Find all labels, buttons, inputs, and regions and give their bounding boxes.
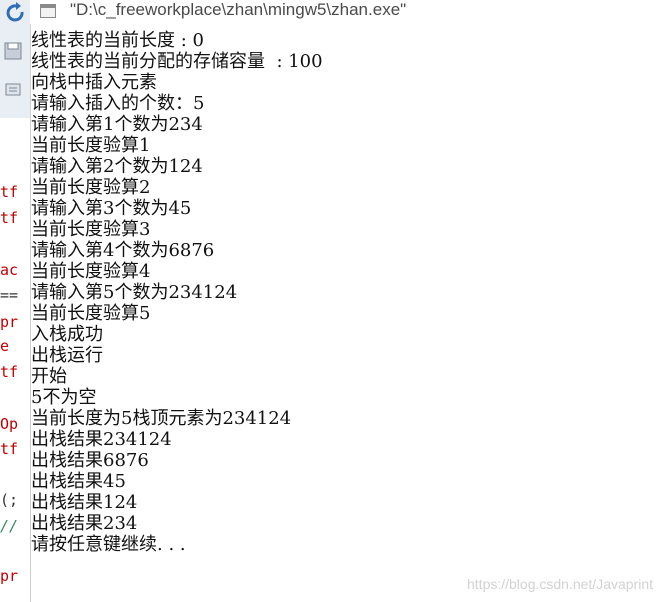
- console-line: 开始: [31, 366, 67, 387]
- code-fragment: tf: [0, 363, 19, 381]
- code-fragment: ==: [0, 286, 19, 304]
- screen: tf tf ac == pr e tf Op tf (; // pr "D:\c…: [0, 0, 660, 602]
- console-window-title: "D:\c_freeworkplace\zhan\mingw5\zhan.exe…: [70, 0, 407, 19]
- code-fragment: tf: [0, 183, 19, 201]
- console-window-icon: [40, 4, 56, 18]
- build-icon[interactable]: [2, 78, 26, 100]
- console-line: 出栈结果234124: [31, 429, 172, 450]
- refresh-icon[interactable]: [2, 2, 26, 24]
- code-fragment: tf: [0, 440, 19, 458]
- console-line: 线性表的当前长度 : 0: [31, 30, 204, 51]
- console-output-lines: 线性表的当前长度 : 0 线性表的当前分配的存储容量 : 100 向栈中插入元素 请输…: [31, 30, 323, 555]
- code-fragment: pr: [0, 567, 19, 585]
- console-output[interactable]: 线性表的当前长度 : 0 线性表的当前分配的存储容量 : 100 向栈中插入元素 请输…: [30, 24, 660, 602]
- editor-toolbar: [0, 0, 30, 119]
- console-line: 出栈结果124: [31, 492, 138, 513]
- code-fragment: (;: [0, 491, 19, 509]
- console-line: 请按任意键继续. . .: [31, 534, 186, 555]
- editor-tab-bar[interactable]: [0, 118, 30, 154]
- console-line: 请输入插入的个数：5: [31, 93, 205, 114]
- watermark: https://blog.csdn.net/Javaprint: [467, 576, 653, 592]
- code-fragment: tf: [0, 209, 19, 227]
- editor-code-area[interactable]: tf tf ac == pr e tf Op tf (; // pr: [0, 152, 30, 602]
- save-icon[interactable]: [2, 40, 26, 62]
- code-fragment: Op: [0, 415, 19, 433]
- console-line: 当前长度验算2: [31, 177, 151, 198]
- console-line: 出栈运行: [31, 345, 103, 366]
- console-title-bar[interactable]: "D:\c_freeworkplace\zhan\mingw5\zhan.exe…: [30, 0, 660, 24]
- console-line: 请输入第4个数为6876: [31, 240, 215, 261]
- console-line: 线性表的当前分配的存储容量 : 100: [31, 51, 323, 72]
- console-line: 请输入第5个数为234124: [31, 282, 238, 303]
- code-fragment: pr: [0, 313, 19, 331]
- console-line: 出栈结果234: [31, 513, 138, 534]
- console-line: 当前长度验算3: [31, 219, 151, 240]
- console-line: 5不为空: [31, 387, 97, 408]
- console-line: 当前长度验算1: [31, 135, 151, 156]
- console-line: 当前长度验算5: [31, 303, 151, 324]
- console-line: 当前长度为5栈顶元素为234124: [31, 408, 292, 429]
- console-line: 向栈中插入元素: [31, 72, 157, 93]
- console-line: 请输入第1个数为234: [31, 114, 203, 135]
- code-fragment: //: [0, 517, 19, 535]
- background-editor: tf tf ac == pr e tf Op tf (; // pr: [0, 0, 30, 602]
- code-fragment: ac: [0, 261, 19, 279]
- code-fragment: e: [0, 337, 10, 355]
- console-line: 出栈结果6876: [31, 450, 149, 471]
- console-line: 请输入第3个数为45: [31, 198, 192, 219]
- console-line: 出栈结果45: [31, 471, 126, 492]
- console-line: 请输入第2个数为124: [31, 156, 203, 177]
- console-line: 入栈成功: [31, 324, 103, 345]
- console-line: 当前长度验算4: [31, 261, 151, 282]
